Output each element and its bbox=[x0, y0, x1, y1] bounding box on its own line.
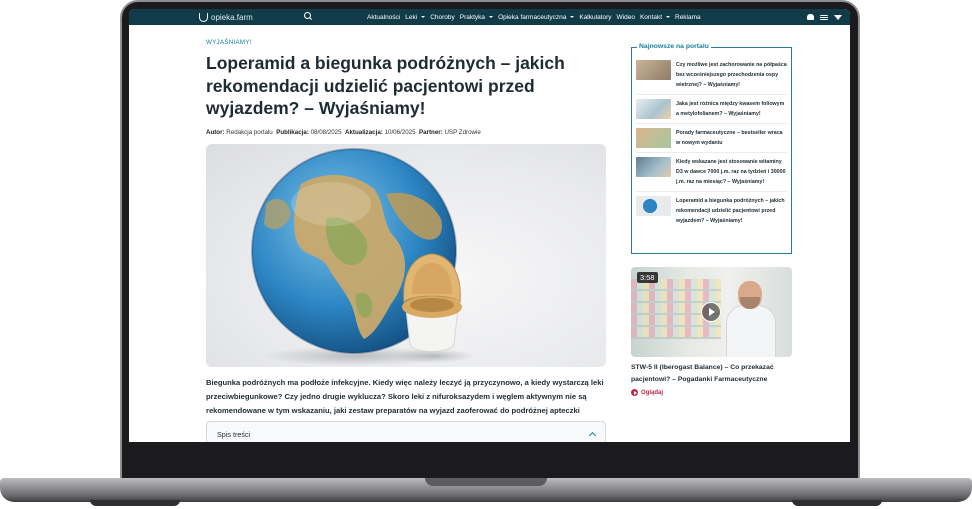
watch-label: Oglądaj bbox=[641, 389, 664, 396]
dropdown-triangle-icon[interactable] bbox=[834, 14, 842, 20]
latest-news-title: Najnowsze na portalu bbox=[637, 43, 711, 50]
laptop-foot-right bbox=[792, 500, 882, 506]
thumbnail[interactable] bbox=[636, 60, 671, 80]
author-value: Redakcja portalu bbox=[226, 128, 273, 136]
video-duration: 3:58 bbox=[637, 272, 658, 283]
chevron-down-icon bbox=[489, 16, 494, 18]
nav-item-choroby[interactable]: Choroby bbox=[430, 14, 455, 21]
top-navigation: opieka.farm Aktualności Leki Choroby Pra… bbox=[129, 9, 850, 25]
search-icon[interactable] bbox=[303, 12, 313, 22]
partner-label: Partner: bbox=[419, 128, 443, 136]
nav-menu: Aktualności Leki Choroby Praktyka Opieka… bbox=[367, 14, 701, 21]
latest-news-box: Najnowsze na portalu Czy możliwe jest za… bbox=[631, 43, 792, 254]
logo-text: opieka.farm bbox=[211, 12, 253, 22]
nav-item-label: Wideo bbox=[616, 13, 635, 21]
nav-item-leki[interactable]: Leki bbox=[405, 13, 426, 21]
nav-item-label: Praktyka bbox=[459, 13, 486, 21]
nav-item-label: Kontakt bbox=[639, 13, 662, 21]
nav-item-kontakt[interactable]: Kontakt bbox=[640, 14, 670, 21]
list-item[interactable]: Czy możliwe jest zachorowanie na półpaśc… bbox=[636, 56, 787, 95]
nav-item-label: Opieka farmaceutyczna bbox=[498, 13, 567, 21]
watch-link[interactable]: Oglądaj bbox=[631, 389, 663, 396]
chevron-down-icon bbox=[570, 16, 575, 18]
nav-item-praktyka[interactable]: Praktyka bbox=[459, 13, 494, 21]
nav-item-label: Leki bbox=[405, 13, 418, 21]
nav-item-label: Choroby bbox=[430, 13, 455, 21]
thumbnail[interactable] bbox=[636, 99, 671, 119]
author-label: Autor: bbox=[206, 128, 225, 136]
nav-item-label: Kalkulatory bbox=[579, 13, 612, 21]
menu-flag-icon[interactable] bbox=[820, 14, 828, 20]
table-of-contents[interactable]: Spis treści bbox=[206, 421, 606, 442]
nav-item-opieka-farmaceutyczna[interactable]: Opieka farmaceutyczna bbox=[498, 13, 575, 21]
list-item-title[interactable]: Porady farmaceutyczne – bestseller wraca… bbox=[676, 128, 787, 148]
chevron-down-icon bbox=[666, 16, 670, 18]
chevron-down-icon bbox=[421, 16, 426, 18]
nav-item-aktualnosci[interactable]: Aktualności bbox=[367, 14, 400, 21]
list-item-title[interactable]: Czy możliwe jest zachorowanie na półpaśc… bbox=[676, 60, 787, 90]
article-meta: Autor: Redakcja portalu Publikacja: 08/0… bbox=[206, 129, 606, 136]
thumbnail[interactable] bbox=[636, 128, 671, 148]
article: WYJAŚNIAMY! Loperamid a biegunka podróżn… bbox=[206, 39, 606, 432]
article-category[interactable]: WYJAŚNIAMY! bbox=[206, 39, 606, 46]
list-item-title[interactable]: Loperamid a biegunka podróżnych – jakich… bbox=[676, 196, 787, 226]
nav-item-label: Aktualności bbox=[367, 13, 401, 21]
nav-item-label: Reklama bbox=[675, 13, 701, 21]
globe-toilet-illustration bbox=[251, 147, 474, 366]
list-item-title[interactable]: Kiedy wskazane jest stosowanie witaminy … bbox=[676, 157, 787, 187]
nav-icons bbox=[807, 14, 842, 20]
nav-item-kalkulatory[interactable]: Kalkulatory bbox=[579, 14, 611, 21]
site-logo[interactable]: opieka.farm bbox=[199, 12, 303, 22]
presenter-body bbox=[726, 305, 776, 357]
list-item-title[interactable]: Jaka jest różnica między kwasem foliowym… bbox=[676, 99, 787, 119]
article-title: Loperamid a biegunka podróżnych – jakich… bbox=[206, 53, 565, 118]
thumbnail[interactable] bbox=[636, 157, 671, 177]
nav-item-reklama[interactable]: Reklama bbox=[675, 14, 701, 21]
user-icon[interactable] bbox=[807, 14, 814, 20]
published-value: 08/08/2025 bbox=[310, 128, 342, 136]
list-item[interactable]: Loperamid a biegunka podróżnych – jakich… bbox=[636, 192, 787, 230]
video-thumbnail[interactable]: 3:58 bbox=[631, 267, 792, 357]
play-icon[interactable] bbox=[701, 302, 721, 322]
chevron-up-icon[interactable] bbox=[588, 431, 597, 440]
updated-label: Aktualizacja: bbox=[345, 128, 383, 136]
hero-image bbox=[206, 143, 606, 367]
toc-label: Spis treści bbox=[217, 429, 251, 439]
nav-item-wideo[interactable]: Wideo bbox=[617, 14, 635, 21]
laptop-notch bbox=[425, 478, 547, 486]
list-item[interactable]: Jaka jest różnica między kwasem foliowym… bbox=[636, 95, 787, 124]
play-circle-icon bbox=[631, 389, 638, 396]
thumbnail[interactable] bbox=[636, 196, 671, 216]
updated-value: 10/06/2025 bbox=[384, 128, 416, 136]
laptop-foot-left bbox=[90, 500, 180, 506]
list-item[interactable]: Kiedy wskazane jest stosowanie witaminy … bbox=[636, 153, 787, 192]
logo-icon bbox=[199, 12, 208, 22]
video-title[interactable]: STW-5 II (Iberogast Balance) – Co przeka… bbox=[631, 362, 796, 386]
browser-screen: opieka.farm Aktualności Leki Choroby Pra… bbox=[129, 9, 850, 442]
partner-value: USP Zdrowie bbox=[444, 128, 481, 136]
published-label: Publikacja: bbox=[276, 128, 309, 136]
list-item[interactable]: Porady farmaceutyczne – bestseller wraca… bbox=[636, 124, 787, 153]
